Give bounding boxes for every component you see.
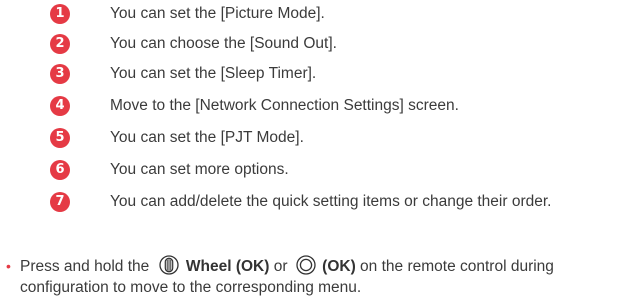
note-text-part2: on the remote control during: [360, 258, 554, 275]
number-badge: 7: [50, 192, 70, 212]
ok-label: (OK): [322, 258, 356, 275]
wheel-ok-label: Wheel (OK): [185, 258, 270, 275]
list-item: 5 You can set the [PJT Mode].: [0, 126, 629, 153]
number-badge: 2: [50, 34, 70, 54]
number-badge: 5: [50, 128, 70, 148]
note-line-2: configuration to move to the correspondi…: [20, 279, 362, 296]
list-item: 2 You can choose the [Sound Out].: [0, 32, 629, 59]
list-item: 6 You can set more options.: [0, 158, 629, 185]
number-badge: 4: [50, 96, 70, 116]
item-text: You can set the [Sleep Timer].: [110, 65, 317, 82]
list-item: 3 You can set the [Sleep Timer].: [0, 62, 629, 89]
item-text: You can set the [PJT Mode].: [110, 129, 304, 146]
list-item: 1 You can set the [Picture Mode].: [0, 2, 629, 29]
item-text: You can choose the [Sound Out].: [110, 35, 337, 52]
list-item: 4 Move to the [Network Connection Settin…: [0, 94, 629, 121]
note-text-part1: Press and hold the: [20, 258, 150, 275]
item-text: You can set the [Picture Mode].: [110, 5, 325, 22]
list-item: 7 You can add/delete the quick setting i…: [0, 190, 629, 217]
number-badge: 1: [50, 4, 70, 24]
item-text: You can add/delete the quick setting ite…: [110, 193, 552, 210]
item-text: You can set more options.: [110, 161, 289, 178]
number-badge: 6: [50, 160, 70, 180]
item-text: Move to the [Network Connection Settings…: [110, 97, 459, 114]
note-text-or: or: [273, 258, 288, 275]
bullet-marker: •: [6, 258, 11, 274]
number-badge: 3: [50, 64, 70, 84]
